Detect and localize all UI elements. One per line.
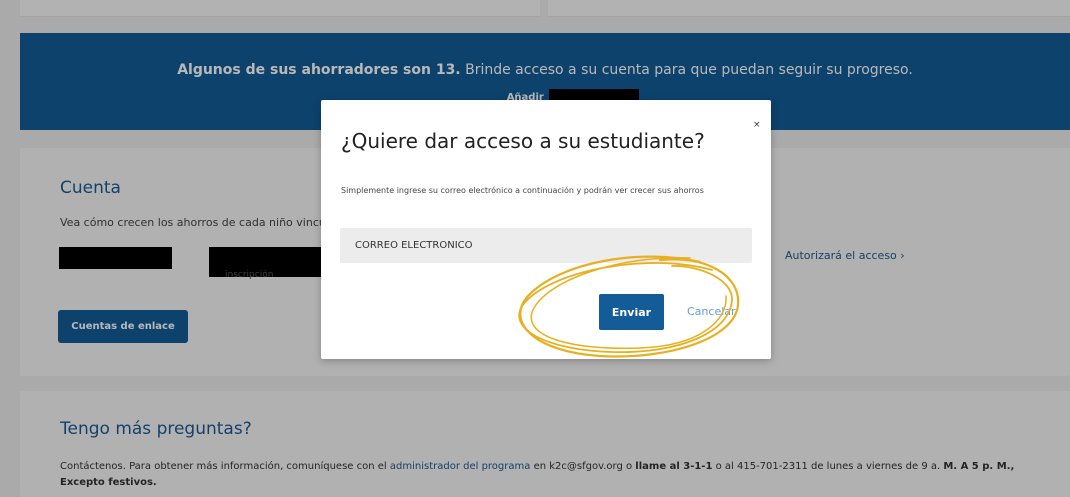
close-icon[interactable]: × [753,120,761,130]
modal-subtitle: Simplemente ingrese su correo electrónic… [341,186,704,195]
access-modal: × ¿Quiere dar acceso a su estudiante? Si… [321,100,771,359]
modal-title: ¿Quiere dar acceso a su estudiante? [341,129,705,153]
send-button[interactable]: Enviar [599,294,664,330]
cancel-link[interactable]: Cancelar [687,305,736,318]
email-field[interactable] [340,228,752,263]
